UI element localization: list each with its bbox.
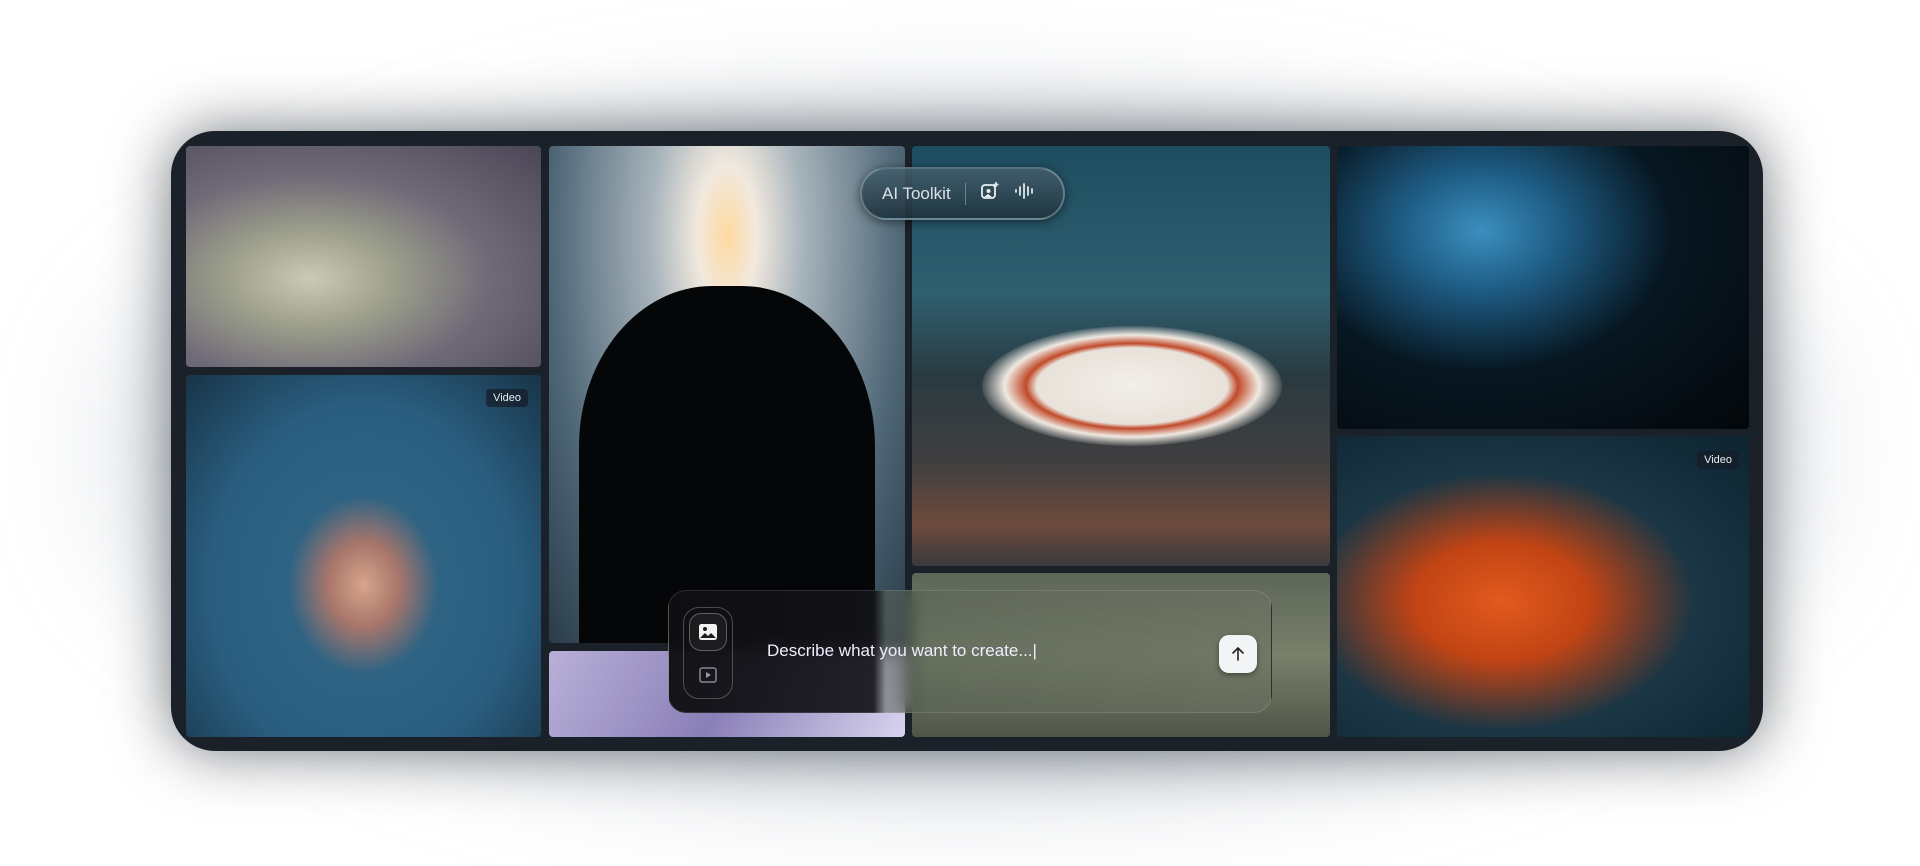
mode-switcher <box>683 607 733 699</box>
prompt-bar: Describe what you want to create...| <box>668 590 1272 713</box>
video-badge: Video <box>1697 451 1739 469</box>
ai-toolkit-pill[interactable]: AI Toolkit <box>860 167 1065 220</box>
audio-waveform-icon[interactable] <box>1014 182 1036 205</box>
image-sparkle-icon[interactable] <box>980 181 1000 206</box>
video-badge: Video <box>486 389 528 407</box>
ai-toolkit-label: AI Toolkit <box>882 183 951 203</box>
video-mode-button[interactable] <box>689 656 727 694</box>
image-icon <box>699 624 717 640</box>
send-button[interactable] <box>1219 635 1257 673</box>
image-mode-button[interactable] <box>689 613 727 651</box>
play-icon <box>699 667 717 683</box>
arrow-up-icon <box>1232 646 1244 661</box>
gallery-video-orange-hood[interactable]: Video <box>1337 436 1749 737</box>
gallery-image-silhouette[interactable] <box>549 146 905 643</box>
divider <box>964 182 966 205</box>
prompt-input[interactable]: Describe what you want to create...| <box>767 641 1037 661</box>
gallery-video-woman-candles[interactable]: Video <box>186 375 541 737</box>
dress-shape <box>982 326 1282 446</box>
gallery-image-blue-fish[interactable] <box>1337 146 1749 429</box>
gallery-image-sculpture[interactable] <box>186 146 541 367</box>
